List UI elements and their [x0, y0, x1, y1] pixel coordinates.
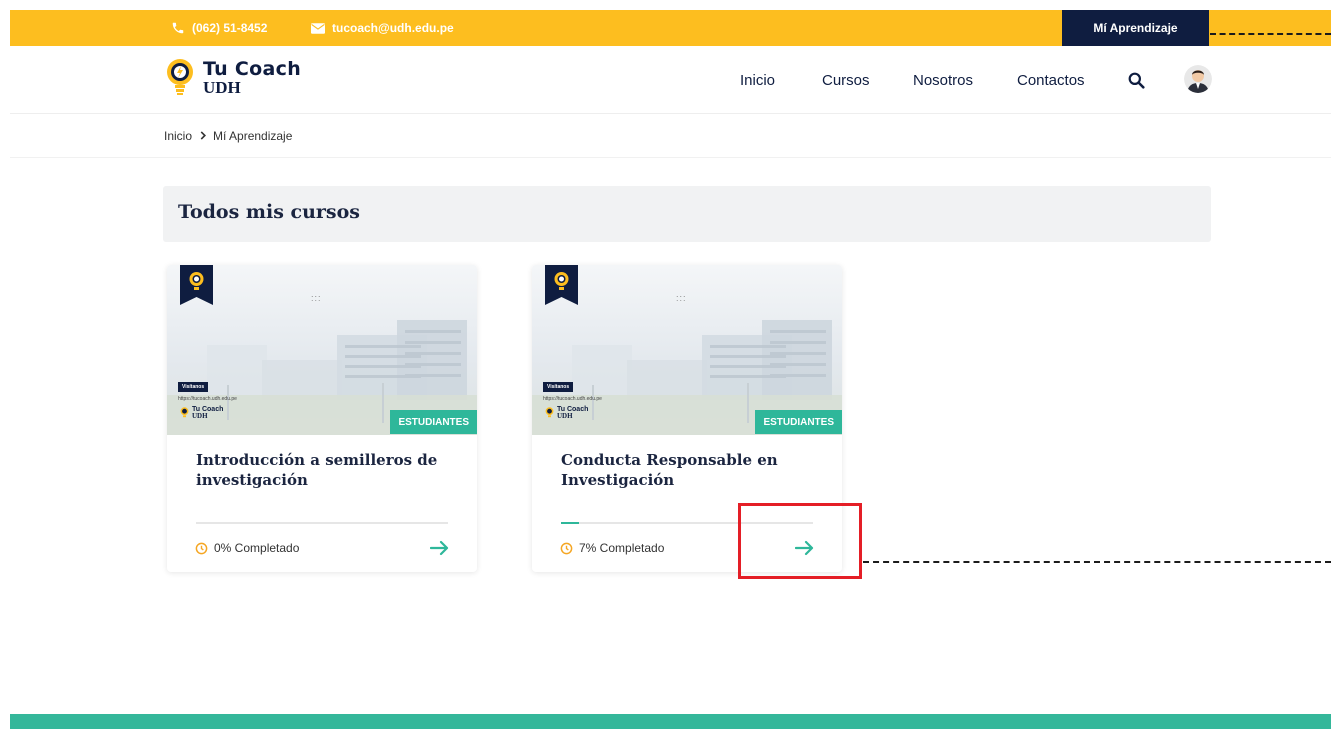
- decorative-dots: :::: [311, 293, 322, 303]
- annotation-line: [1210, 33, 1331, 35]
- section-title: Todos mis cursos: [178, 201, 360, 223]
- progress-status: 7% Completado: [560, 541, 664, 555]
- course-card[interactable]: ::: Visítanos https://tucoach.udh.edu.pe…: [167, 265, 477, 572]
- nav-contactos[interactable]: Contactos: [1017, 46, 1085, 114]
- course-title[interactable]: Conducta Responsable en Investigación: [561, 450, 821, 490]
- lightbulb-logo-icon: [167, 59, 193, 95]
- bookmark-ribbon-icon: [545, 265, 578, 305]
- thumbnail-logo: Tu Coach UDH: [545, 406, 588, 420]
- progress-bar: [196, 522, 448, 524]
- open-course-button[interactable]: [428, 538, 452, 558]
- visit-badge: Visítanos: [178, 382, 209, 392]
- progress-text: 0% Completado: [214, 541, 300, 555]
- progress-fill: [561, 522, 579, 524]
- decorative-dots: :::: [676, 293, 687, 303]
- arrow-right-icon: [430, 540, 449, 556]
- thumbnail-logo-subtitle: UDH: [557, 412, 573, 420]
- progress-text: 7% Completado: [579, 541, 665, 555]
- bookmark-ribbon-icon: [180, 265, 213, 305]
- thumbnail-logo-subtitle: UDH: [192, 412, 208, 420]
- my-learning-button[interactable]: Mí Aprendizaje: [1062, 10, 1209, 46]
- audience-tag: ESTUDIANTES: [755, 410, 842, 434]
- section-header: Todos mis cursos: [163, 186, 1211, 242]
- nav-inicio[interactable]: Inicio: [740, 46, 775, 114]
- breadcrumb-home[interactable]: Inicio: [164, 129, 192, 143]
- clock-icon: [195, 542, 208, 555]
- user-avatar[interactable]: [1184, 65, 1212, 93]
- contact-email[interactable]: tucoach@udh.edu.pe: [310, 10, 454, 46]
- visit-badge: Visítanos: [543, 382, 574, 392]
- visit-url: https://tucoach.udh.edu.pe: [178, 396, 237, 402]
- visit-url: https://tucoach.udh.edu.pe: [543, 396, 602, 402]
- highlight-box: [738, 503, 862, 579]
- course-thumbnail[interactable]: ::: Visítanos https://tucoach.udh.edu.pe…: [532, 265, 842, 435]
- lightbulb-logo-icon: [180, 407, 189, 418]
- page-frame: (062) 51-8452 tucoach@udh.edu.pe Mí Apre…: [10, 10, 1331, 729]
- course-title[interactable]: Introducción a semilleros de investigaci…: [196, 450, 456, 490]
- chevron-right-icon: [200, 129, 207, 143]
- top-bar: (062) 51-8452 tucoach@udh.edu.pe Mí Apre…: [10, 10, 1331, 46]
- breadcrumb-current: Mí Aprendizaje: [213, 128, 293, 143]
- search-icon[interactable]: [1128, 72, 1145, 89]
- progress-status: 0% Completado: [195, 541, 299, 555]
- logo-title: Tu Coach: [203, 58, 302, 80]
- nav-cursos[interactable]: Cursos: [822, 46, 870, 114]
- lightbulb-logo-icon: [545, 407, 554, 418]
- clock-icon: [560, 542, 573, 555]
- phone-number: (062) 51-8452: [192, 21, 268, 35]
- course-thumbnail[interactable]: ::: Visítanos https://tucoach.udh.edu.pe…: [167, 265, 477, 435]
- site-header: Tu Coach UDH Inicio Cursos Nosotros Cont…: [10, 46, 1331, 114]
- annotation-line: [863, 561, 1331, 563]
- phone-icon: [170, 20, 186, 36]
- email-address: tucoach@udh.edu.pe: [332, 21, 454, 35]
- logo-subtitle: UDH: [203, 78, 241, 97]
- footer-bar: [10, 714, 1331, 729]
- audience-tag: ESTUDIANTES: [390, 410, 477, 434]
- contact-phone[interactable]: (062) 51-8452: [170, 10, 267, 46]
- thumbnail-logo: Tu Coach UDH: [180, 406, 223, 420]
- envelope-icon: [310, 20, 326, 36]
- nav-nosotros[interactable]: Nosotros: [913, 46, 973, 114]
- site-logo[interactable]: Tu Coach UDH: [165, 58, 301, 98]
- breadcrumb: Inicio Mí Aprendizaje: [10, 114, 1331, 158]
